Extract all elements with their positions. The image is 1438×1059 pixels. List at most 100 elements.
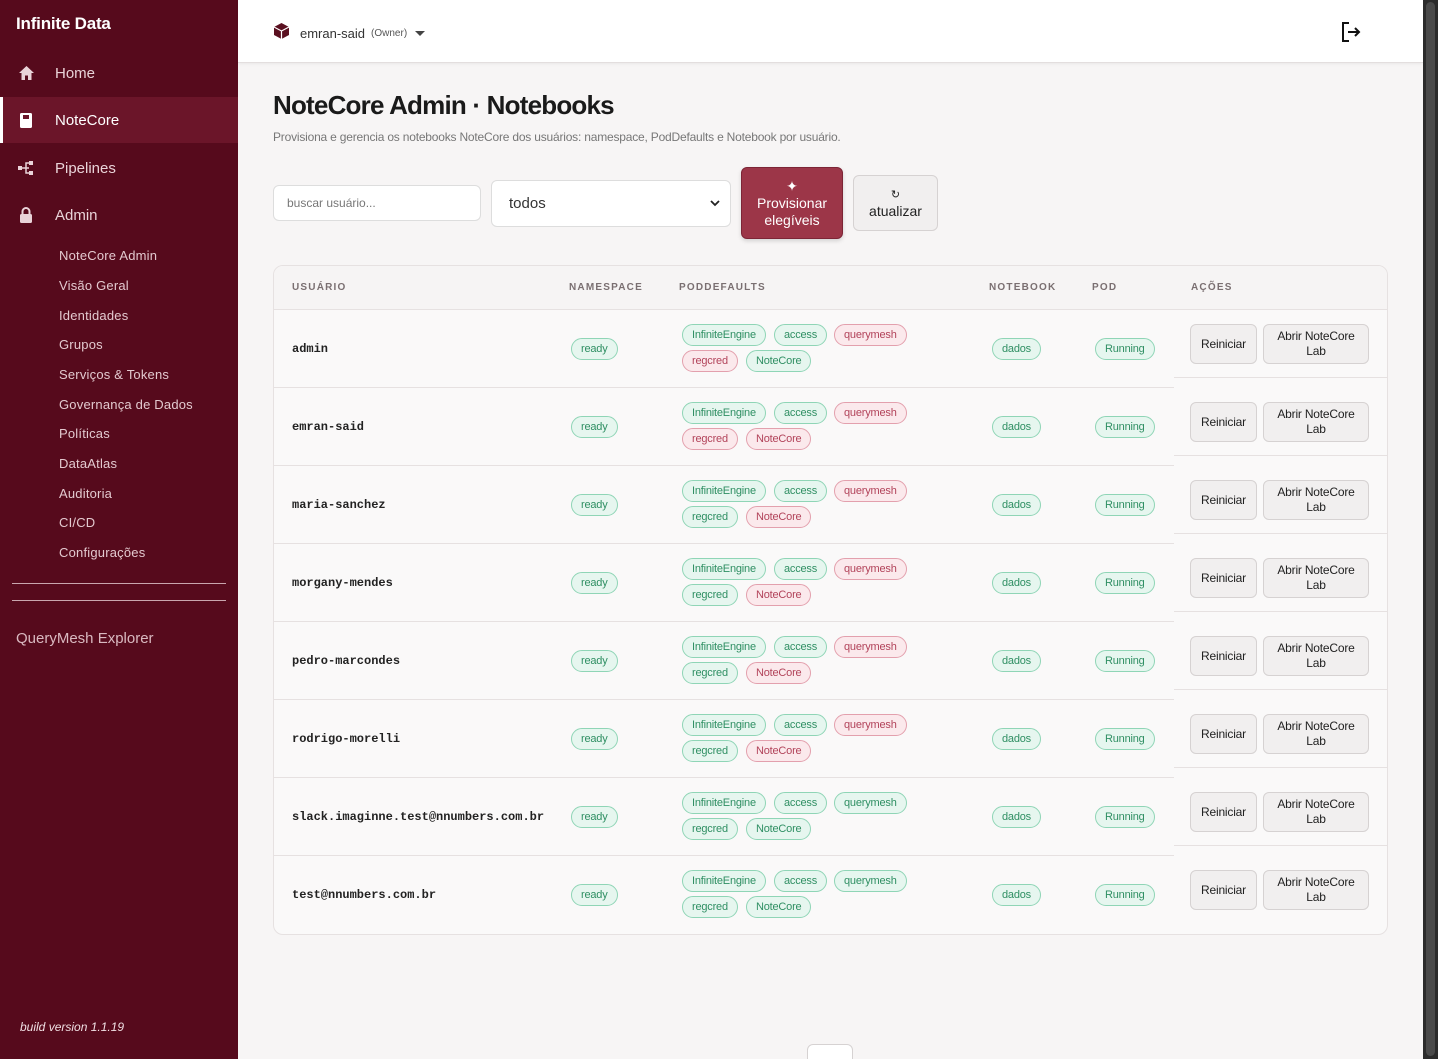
- poddefault-badge: NoteCore: [746, 818, 812, 840]
- notebook-status-badge: dados: [992, 650, 1041, 672]
- sidebar-item-dataatlas[interactable]: DataAtlas: [59, 456, 117, 471]
- pod-status-badge: Running: [1095, 884, 1155, 906]
- user-cell: maria-sanchez: [292, 498, 386, 512]
- sparkle-icon: ✦: [786, 177, 798, 194]
- pagination-button[interactable]: [807, 1044, 853, 1059]
- open-lab-label-line2: Lab: [1306, 422, 1326, 436]
- pod-status-badge: Running: [1095, 494, 1155, 516]
- notebooks-table: USUÁRIO NAMESPACE PODDEFAULTS NOTEBOOK P…: [273, 265, 1388, 935]
- restart-button[interactable]: Reiniciar: [1190, 636, 1257, 676]
- user-cell: rodrigo-morelli: [292, 732, 401, 746]
- open-lab-label-line2: Lab: [1306, 656, 1326, 670]
- poddefault-badge: InfiniteEngine: [682, 870, 766, 892]
- user-menu[interactable]: emran-said (Owner): [273, 22, 426, 45]
- sidebar-item-configuracoes[interactable]: Configurações: [59, 545, 145, 560]
- poddefault-badge: querymesh: [834, 324, 907, 346]
- open-lab-label-line2: Lab: [1306, 734, 1326, 748]
- user-cell: slack.imaginne.test@nnumbers.com.br: [292, 810, 545, 824]
- row-divider: [1174, 377, 1387, 378]
- namespace-status-badge: ready: [571, 728, 618, 750]
- home-icon: [16, 63, 36, 83]
- open-notecore-lab-button[interactable]: Abrir NoteCore Lab: [1263, 636, 1369, 676]
- search-input[interactable]: [273, 185, 481, 221]
- open-notecore-lab-button[interactable]: Abrir NoteCore Lab: [1263, 792, 1369, 832]
- nav-label-admin: Admin: [55, 206, 98, 224]
- column-header-user: USUÁRIO: [292, 282, 347, 293]
- querymesh-explorer-link[interactable]: QueryMesh Explorer: [16, 630, 154, 647]
- open-lab-label-line1: Abrir NoteCore: [1277, 875, 1355, 889]
- notebook-status-badge: dados: [992, 416, 1041, 438]
- open-notecore-lab-button[interactable]: Abrir NoteCore Lab: [1263, 558, 1369, 598]
- restart-button[interactable]: Reiniciar: [1190, 402, 1257, 442]
- cube-icon: [273, 22, 290, 45]
- open-notecore-lab-button[interactable]: Abrir NoteCore Lab: [1263, 480, 1369, 520]
- open-notecore-lab-button[interactable]: Abrir NoteCore Lab: [1263, 714, 1369, 754]
- nav-item-admin[interactable]: Admin: [0, 192, 238, 238]
- open-lab-label-line1: Abrir NoteCore: [1277, 329, 1355, 343]
- poddefault-badge: InfiniteEngine: [682, 558, 766, 580]
- nav-item-pipelines[interactable]: Pipelines: [0, 145, 238, 191]
- poddefault-badge: regcred: [682, 506, 738, 528]
- restart-button[interactable]: Reiniciar: [1190, 714, 1257, 754]
- poddefault-badge: InfiniteEngine: [682, 324, 766, 346]
- nav-item-home[interactable]: Home: [0, 50, 238, 96]
- notebook-icon: [16, 110, 36, 130]
- provision-button[interactable]: ✦ Provisionar elegíveis: [741, 167, 843, 239]
- sidebar-item-notecore-admin[interactable]: NoteCore Admin: [59, 248, 157, 263]
- status-filter-select[interactable]: todos: [491, 180, 731, 227]
- poddefault-badge: querymesh: [834, 636, 907, 658]
- row-divider: [1174, 767, 1387, 768]
- user-name: emran-said: [300, 26, 366, 41]
- restart-button[interactable]: Reiniciar: [1190, 558, 1257, 598]
- poddefault-badge: regcred: [682, 818, 738, 840]
- sidebar-item-servicos-tokens[interactable]: Serviços & Tokens: [59, 367, 169, 382]
- pipeline-icon: [16, 158, 36, 178]
- provision-label-line2: elegíveis: [764, 211, 820, 228]
- sidebar-item-visao-geral[interactable]: Visão Geral: [59, 278, 129, 293]
- sidebar-item-politicas[interactable]: Políticas: [59, 426, 110, 441]
- open-notecore-lab-button[interactable]: Abrir NoteCore Lab: [1263, 402, 1369, 442]
- poddefault-badge: querymesh: [834, 480, 907, 502]
- scrollbar-thumb[interactable]: [1426, 2, 1435, 1056]
- table-row: test@nnumbers.com.br ready InfiniteEngine a…: [274, 856, 1387, 934]
- open-lab-label-line2: Lab: [1306, 812, 1326, 826]
- refresh-button[interactable]: ↻ atualizar: [853, 175, 938, 231]
- sidebar-item-cicd[interactable]: CI/CD: [59, 515, 95, 530]
- table-header: USUÁRIO NAMESPACE PODDEFAULTS NOTEBOOK P…: [274, 266, 1387, 310]
- restart-button[interactable]: Reiniciar: [1190, 324, 1257, 364]
- sidebar-item-identidades[interactable]: Identidades: [59, 308, 128, 323]
- poddefault-badge: access: [774, 324, 828, 346]
- nav-item-notecore[interactable]: NoteCore: [0, 97, 238, 143]
- table-row: rodrigo-morelli ready InfiniteEngine access…: [274, 700, 1387, 778]
- scrollbar[interactable]: [1423, 0, 1438, 1059]
- restart-button[interactable]: Reiniciar: [1190, 480, 1257, 520]
- topbar: emran-said (Owner): [238, 0, 1423, 63]
- namespace-status-badge: ready: [571, 650, 618, 672]
- refresh-icon: ↻: [890, 189, 901, 201]
- sidebar-item-governanca[interactable]: Governança de Dados: [59, 397, 193, 412]
- logout-icon[interactable]: [1339, 20, 1363, 44]
- poddefault-badge: InfiniteEngine: [682, 792, 766, 814]
- sidebar-item-auditoria[interactable]: Auditoria: [59, 486, 112, 501]
- poddefault-badge: InfiniteEngine: [682, 402, 766, 424]
- provision-label-line1: Provisionar: [756, 194, 828, 211]
- sidebar-item-grupos[interactable]: Grupos: [59, 337, 103, 352]
- restart-button[interactable]: Reiniciar: [1190, 792, 1257, 832]
- open-lab-label-line1: Abrir NoteCore: [1277, 797, 1355, 811]
- poddefault-badge: regcred: [682, 350, 738, 372]
- lock-icon: [16, 205, 36, 225]
- pod-status-badge: Running: [1095, 338, 1155, 360]
- poddefault-badge: regcred: [682, 896, 738, 918]
- table-row: emran-said ready InfiniteEngine access query…: [274, 388, 1387, 466]
- row-divider: [1174, 455, 1387, 456]
- poddefault-badge: access: [774, 714, 828, 736]
- poddefault-badge: access: [774, 870, 828, 892]
- row-divider: [1174, 533, 1387, 534]
- open-notecore-lab-button[interactable]: Abrir NoteCore Lab: [1263, 870, 1369, 910]
- pod-status-badge: Running: [1095, 416, 1155, 438]
- poddefault-badge: access: [774, 402, 828, 424]
- restart-button[interactable]: Reiniciar: [1190, 870, 1257, 910]
- row-divider: [1174, 845, 1387, 846]
- column-header-pod: POD: [1092, 282, 1118, 293]
- open-notecore-lab-button[interactable]: Abrir NoteCore Lab: [1263, 324, 1369, 364]
